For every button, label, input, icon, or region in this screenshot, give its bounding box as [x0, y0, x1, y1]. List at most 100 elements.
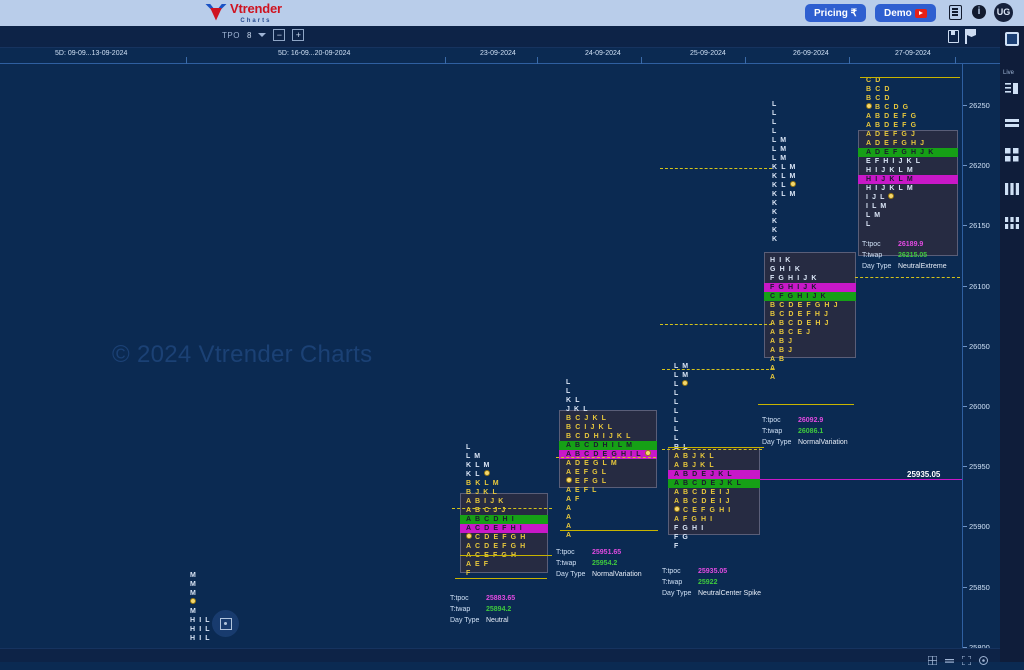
avatar[interactable]: UG: [994, 3, 1013, 22]
tpo-row: A B C D H I L M: [559, 441, 664, 450]
tpo-row: A B J K L: [674, 461, 766, 470]
price-axis[interactable]: 26250 26200 26150 26100 26050 26000 25950 25900…: [962, 64, 1000, 652]
demo-button-label: Demo: [884, 7, 912, 19]
live-label: Live: [1003, 70, 1015, 76]
tpo-row: L: [674, 416, 766, 425]
tpo-letters: B C J K L: [566, 415, 608, 422]
tpo-letters: G H I K: [770, 266, 802, 273]
tpo-profile[interactable]: L ML ML LLLLLLB LA B J K LA B J K LA B D…: [668, 362, 766, 551]
tpo-row: B C D G: [866, 103, 962, 112]
ib-extension-line: [452, 508, 552, 509]
chart-canvas[interactable]: © 2024 Vtrender Charts C D B C D B C D B C…: [0, 64, 962, 648]
daytype-row: Day Type Neutral: [450, 615, 515, 626]
tpo-row: A D E F G J: [866, 130, 962, 139]
tpo-row: L M: [674, 371, 766, 380]
pricing-button[interactable]: Pricing ₹: [805, 4, 867, 22]
layout-single-icon[interactable]: [1005, 32, 1019, 46]
tpo-letters: A B J: [770, 338, 794, 345]
tpo-letters: C E F G H I: [674, 506, 731, 514]
tpo-increase-button[interactable]: +: [292, 29, 305, 41]
crosshair-focus-icon[interactable]: [212, 610, 239, 637]
range-line: [460, 555, 552, 556]
tpo-letters: A D E G L M: [566, 460, 618, 467]
columns-view-icon[interactable]: [1005, 182, 1019, 196]
tpo-row: B C D E F H J: [770, 310, 860, 319]
tpo-profile[interactable]: LLLLL ML ML MK L MK L MK L K L MKKKKK: [772, 100, 832, 244]
tpo-row: [190, 598, 230, 607]
logo-text: Vtrender Charts: [230, 1, 282, 24]
grid-toggle-icon[interactable]: [927, 652, 938, 666]
tpo-row: L: [674, 389, 766, 398]
tpo-letters: L: [772, 101, 778, 108]
tpo-row: A C D E F G H: [466, 542, 556, 551]
tpo-row: B C I J K L: [566, 423, 664, 432]
tpo-letters: L: [674, 380, 689, 388]
tpo-row: L: [674, 434, 766, 443]
tpo-profile[interactable]: H I K G H I K F G H I J K F G H I J K C F G …: [764, 252, 860, 382]
tpo-profile[interactable]: C D B C D B C D B C D G A B D E F G A B D E …: [858, 76, 962, 256]
tpo-letters: K L M: [772, 191, 797, 198]
tpo-decrease-button[interactable]: −: [273, 29, 286, 41]
info-icon[interactable]: i: [972, 5, 986, 19]
tpo-letters: L: [566, 388, 572, 395]
poc-marker: [789, 181, 796, 188]
tpo-letters: L: [674, 399, 680, 406]
tpo-row: A B D E J K L: [668, 470, 766, 479]
compress-icon[interactable]: [945, 652, 954, 663]
price-tick-label: 26000: [969, 402, 990, 411]
tpo-row: A B C D E J K L: [668, 479, 766, 488]
date-axis[interactable]: 5D: 09-09...13-09-2024 5D: 16-09...20-09-…: [0, 48, 1000, 64]
range-line: [860, 77, 960, 78]
tpo-letters: H I J K L M: [866, 176, 914, 183]
poc-marker: [682, 380, 689, 387]
tpo-letters: A B C D E I J: [674, 498, 731, 505]
tpo-letters: A F G H I: [674, 516, 714, 523]
list-view-icon[interactable]: [1005, 82, 1019, 96]
tpo-letters: A B I J K: [466, 498, 505, 505]
news-icon[interactable]: [949, 5, 962, 20]
tpo-row: A B J: [770, 346, 860, 355]
tpo-letters: H I K: [770, 257, 792, 264]
demo-button[interactable]: Demo: [875, 4, 936, 22]
tpo-row: H I J K L M: [858, 175, 962, 184]
tpo-row: L: [674, 398, 766, 407]
tpo-row: B C D E F G H J: [770, 301, 860, 310]
daytype-row: Day Type NormalVariation: [556, 569, 642, 580]
tpo-row: K: [772, 235, 832, 244]
poc-marker: [888, 193, 895, 200]
tpo-letters: C F G H I J K: [770, 293, 827, 300]
fullscreen-icon[interactable]: [961, 652, 972, 666]
daytype-label: Day Type: [662, 590, 692, 597]
table-view-icon[interactable]: [1005, 216, 1019, 230]
bookmark-icon[interactable]: [965, 29, 977, 44]
save-icon[interactable]: [948, 30, 959, 43]
tpo-row: L: [466, 443, 556, 452]
tpo-letters: H I L: [190, 635, 211, 642]
rows-view-icon[interactable]: [1005, 116, 1019, 130]
tpo-value[interactable]: 8: [247, 31, 251, 40]
tpoc-row: T:tpoc 25935.05: [662, 566, 761, 577]
daytype-label: Day Type: [762, 439, 792, 446]
tpo-row: A B J K L: [674, 452, 766, 461]
tpo-row: L: [772, 118, 832, 127]
tpo-letters: C D: [866, 77, 882, 84]
tpo-profile[interactable]: L L M K L MK L B K L M B J K L A B I J K A B …: [460, 443, 556, 578]
tpo-row: L M: [466, 452, 556, 461]
tpo-letters: J K L: [566, 406, 589, 413]
tpo-controls: TPO 8 − +: [222, 29, 305, 41]
grid-view-icon[interactable]: [1005, 148, 1019, 162]
settings-icon[interactable]: [979, 652, 988, 665]
tpo-letters: C D E F G H: [466, 533, 526, 541]
tpo-letters: L: [866, 221, 872, 228]
tpo-letters: K L M: [772, 173, 797, 180]
tpo-row: A B C D E H J: [770, 319, 860, 328]
tpo-letters: A C D E F H I: [466, 525, 523, 532]
tpo-profile[interactable]: LL K L J K L B C J K L B C I J K L B C D H I …: [559, 378, 664, 540]
price-tick: [963, 345, 967, 347]
chevron-down-icon[interactable]: [258, 33, 267, 37]
tpo-letters: B C D H I J K L: [566, 433, 632, 440]
price-tick-label: 25900: [969, 522, 990, 532]
tpo-row: L M: [866, 211, 962, 220]
date-tick: [955, 57, 956, 64]
app-logo[interactable]: Vtrender Charts: [205, 1, 282, 24]
